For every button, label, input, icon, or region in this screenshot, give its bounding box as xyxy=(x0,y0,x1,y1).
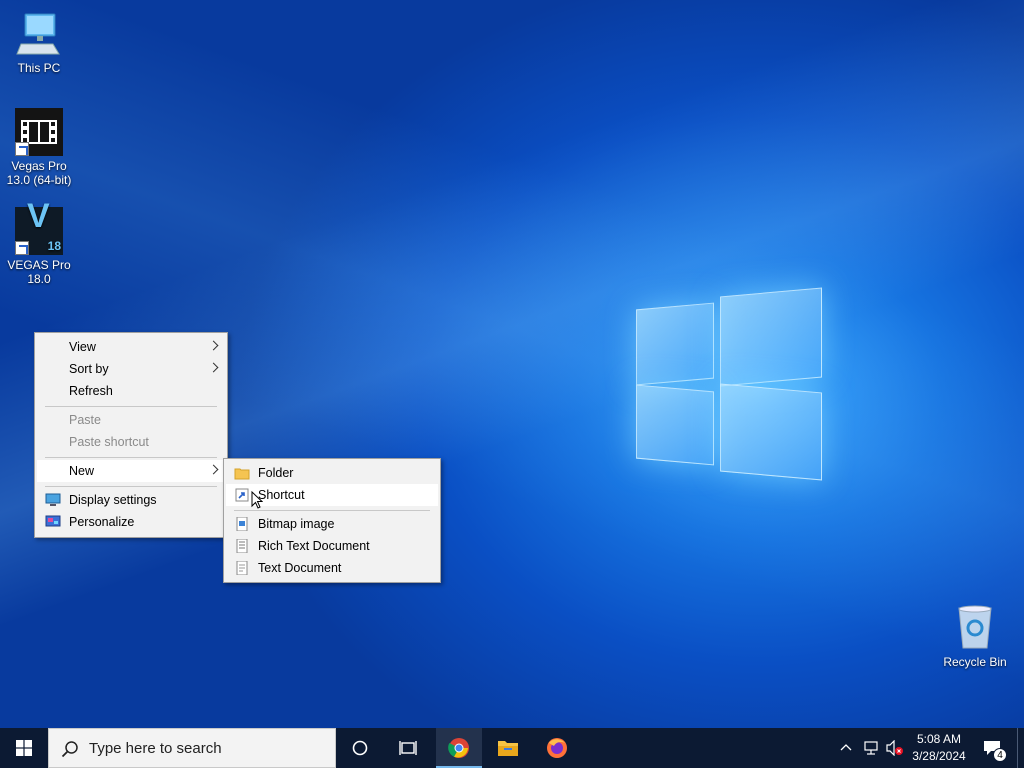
menu-item-label: New xyxy=(69,464,95,478)
clock-button[interactable]: 5:08 AM 3/28/2024 xyxy=(908,728,970,768)
menu-item-view[interactable]: View xyxy=(37,336,225,358)
shortcut-arrow-icon xyxy=(15,241,29,255)
submenu-item-bitmap-image[interactable]: Bitmap image xyxy=(226,513,438,535)
menu-item-paste: Paste xyxy=(37,409,225,431)
menu-item-label: Sort by xyxy=(69,362,109,376)
clock-time: 5:08 AM xyxy=(916,732,962,746)
computer-icon xyxy=(15,10,63,58)
start-button[interactable] xyxy=(0,728,48,768)
menu-separator xyxy=(234,510,430,511)
bitmap-icon xyxy=(236,517,248,531)
taskbar: Type here to search 5:08 AM 3/28/2024 4 xyxy=(0,728,1024,768)
menu-item-sort-by[interactable]: Sort by xyxy=(37,358,225,380)
vegas-badge-version: 18 xyxy=(47,239,61,253)
windows-start-icon xyxy=(16,740,32,756)
recycle-bin-icon xyxy=(951,604,999,652)
folder-icon xyxy=(234,468,250,480)
search-placeholder: Type here to search xyxy=(89,740,222,757)
menu-separator xyxy=(45,457,217,458)
volume-button[interactable] xyxy=(884,728,906,768)
taskbar-search-box[interactable]: Type here to search xyxy=(48,728,336,768)
firefox-taskbar-button[interactable] xyxy=(534,728,580,768)
clock-date: 3/28/2024 xyxy=(912,749,966,763)
menu-item-label: Shortcut xyxy=(258,488,305,502)
file-explorer-icon xyxy=(498,741,518,756)
menu-item-label: Display settings xyxy=(69,493,157,507)
show-hidden-icons-button[interactable] xyxy=(836,728,856,768)
network-icon xyxy=(864,741,878,755)
firefox-icon xyxy=(547,738,567,758)
vegas-18-icon: V 18 xyxy=(15,197,63,255)
desktop-icon-label: VEGAS Pro 18.0 xyxy=(7,258,71,286)
task-view-icon xyxy=(399,741,417,755)
menu-item-label: Text Document xyxy=(258,561,342,575)
menu-item-new[interactable]: New xyxy=(37,460,225,482)
vegas-13-icon xyxy=(15,108,63,156)
windows-wallpaper-logo xyxy=(636,287,822,481)
menu-item-label: Personalize xyxy=(69,515,135,529)
menu-item-label: Folder xyxy=(258,466,294,480)
chevron-right-icon xyxy=(208,340,219,351)
file-explorer-taskbar-button[interactable] xyxy=(485,728,531,768)
desktop-icon-label: This PC xyxy=(17,61,61,75)
search-icon xyxy=(61,741,78,758)
desktop-icon-label: Recycle Bin xyxy=(943,655,1007,669)
menu-item-label: View xyxy=(69,340,96,354)
chevron-up-icon xyxy=(840,744,852,751)
text-document-icon xyxy=(236,561,248,575)
cortana-icon xyxy=(352,740,368,756)
cortana-button[interactable] xyxy=(336,728,384,768)
notification-count-badge: 4 xyxy=(993,748,1007,762)
menu-item-paste-shortcut: Paste shortcut xyxy=(37,431,225,453)
network-button[interactable] xyxy=(860,728,882,768)
desktop-icon-vegas-pro-13[interactable]: Vegas Pro 13.0 (64-bit) xyxy=(1,108,77,187)
submenu-item-rich-text-document[interactable]: Rich Text Document xyxy=(226,535,438,557)
menu-item-personalize[interactable]: Personalize xyxy=(37,511,225,533)
menu-item-display-settings[interactable]: Display settings xyxy=(37,489,225,511)
volume-muted-icon xyxy=(886,740,903,756)
desktop-icon-recycle-bin[interactable]: Recycle Bin xyxy=(937,604,1013,669)
chrome-icon xyxy=(448,738,469,758)
show-desktop-button[interactable] xyxy=(1017,728,1024,768)
personalize-icon xyxy=(45,515,61,527)
desktop-icon-this-pc[interactable]: This PC xyxy=(1,10,77,75)
chevron-right-icon xyxy=(208,362,219,373)
shortcut-icon xyxy=(235,488,249,502)
menu-item-refresh[interactable]: Refresh xyxy=(37,380,225,402)
rtf-icon xyxy=(236,539,248,553)
desktop-icon-label: Vegas Pro 13.0 (64-bit) xyxy=(6,159,72,187)
menu-separator xyxy=(45,406,217,407)
menu-item-label: Paste shortcut xyxy=(69,435,149,449)
desktop-context-menu: View Sort by Refresh Paste Paste shortcu… xyxy=(34,332,228,538)
chrome-taskbar-button[interactable] xyxy=(436,728,482,768)
menu-item-label: Refresh xyxy=(69,384,113,398)
menu-item-label: Rich Text Document xyxy=(258,539,370,553)
submenu-item-folder[interactable]: Folder xyxy=(226,462,438,484)
menu-item-label: Paste xyxy=(69,413,101,427)
new-submenu: Folder Shortcut Bitmap image Rich Text D… xyxy=(223,458,441,583)
mouse-cursor-icon xyxy=(251,491,263,509)
task-view-button[interactable] xyxy=(384,728,432,768)
vegas-badge-letter: V xyxy=(27,197,50,235)
menu-separator xyxy=(45,486,217,487)
chevron-right-icon xyxy=(208,464,219,475)
action-center-button[interactable]: 4 xyxy=(976,728,1012,768)
display-icon xyxy=(45,493,61,506)
shortcut-arrow-icon xyxy=(15,142,29,156)
menu-item-label: Bitmap image xyxy=(258,517,335,531)
desktop-icon-vegas-pro-18[interactable]: V 18 VEGAS Pro 18.0 xyxy=(1,197,77,286)
submenu-item-text-document[interactable]: Text Document xyxy=(226,557,438,579)
